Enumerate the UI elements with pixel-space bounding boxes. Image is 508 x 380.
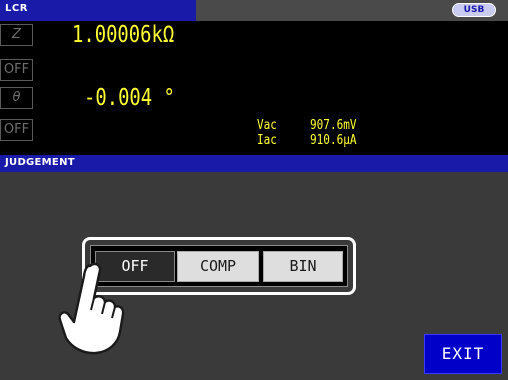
mode-tab[interactable]: LCR: [0, 0, 196, 21]
measurement-panel: Z OFF θ OFF 1.00006kΩ -0.004 ° Vac 907.6…: [0, 21, 508, 155]
judgement-bar: JUDGEMENT: [0, 155, 508, 172]
exit-button[interactable]: EXIT: [424, 334, 502, 374]
param1-state: OFF: [3, 62, 30, 77]
param2-state: OFF: [3, 122, 30, 137]
judgement-bin-button[interactable]: BIN: [263, 251, 343, 282]
param1-name-box[interactable]: Z: [0, 24, 33, 46]
usb-badge: USB: [452, 3, 496, 17]
lcr-screen: LCR USB Z OFF θ OFF 1.00006kΩ -0.004 ° V…: [0, 0, 508, 380]
vac-value: 907.6mV: [310, 118, 357, 133]
judgement-label: JUDGEMENT: [5, 157, 75, 168]
top-bar: LCR USB: [0, 0, 508, 21]
param2-state-box[interactable]: OFF: [0, 119, 33, 141]
iac-label: Iac: [257, 133, 277, 148]
param2-name: θ: [12, 90, 21, 105]
mode-label: LCR: [5, 3, 28, 14]
param1-state-box[interactable]: OFF: [0, 59, 33, 81]
param2-name-box[interactable]: θ: [0, 87, 33, 109]
param1-name: Z: [12, 27, 21, 42]
param1-value: 1.00006kΩ: [72, 22, 175, 48]
vac-label: Vac: [257, 118, 277, 133]
iac-value: 910.6μA: [310, 133, 357, 148]
param2-value: -0.004 °: [84, 85, 175, 111]
usb-label: USB: [463, 5, 485, 15]
judgement-comp-button[interactable]: COMP: [177, 251, 259, 282]
pointing-hand-icon: [58, 262, 125, 355]
